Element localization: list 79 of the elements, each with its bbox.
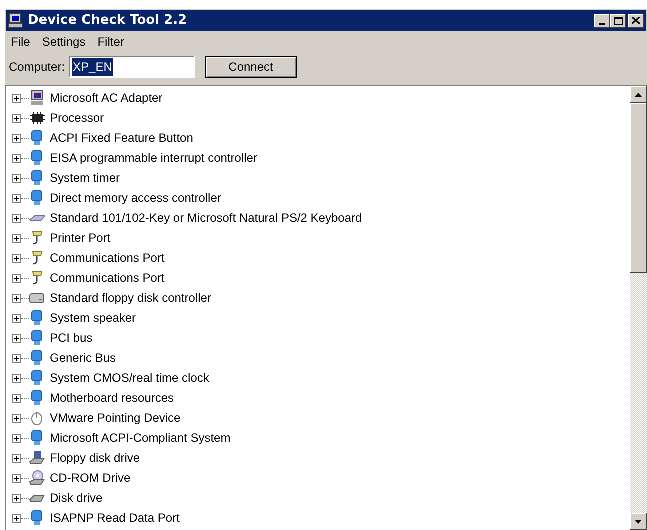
tree-item[interactable]: Standard 101/102-Key or Microsoft Natural PS/2 Keyboard: [50, 209, 362, 227]
tree-item[interactable]: VMware Pointing Device: [50, 409, 181, 427]
tree-item[interactable]: Printer Port: [50, 229, 111, 247]
adapter-icon: [29, 90, 45, 106]
tree-item[interactable]: Microsoft AC Adapter: [50, 89, 163, 107]
tree-item[interactable]: ACPI Fixed Feature Button: [50, 129, 194, 147]
expand-button[interactable]: [12, 274, 21, 282]
floppy-drive-icon: [29, 450, 45, 466]
expand-button[interactable]: [12, 314, 21, 322]
tree-item[interactable]: ISAPNP Read Data Port: [50, 509, 180, 527]
chip-icon: [29, 110, 45, 126]
expand-button[interactable]: [12, 174, 21, 182]
monitor-icon: [29, 430, 45, 446]
tree-item[interactable]: CD-ROM Drive: [50, 469, 131, 487]
menu-item[interactable]: Filter: [98, 33, 124, 51]
monitor-icon: [29, 390, 45, 406]
tree-item[interactable]: Generic Bus: [50, 349, 116, 367]
expand-button[interactable]: [12, 374, 21, 382]
tree-item[interactable]: EISA programmable interrupt controller: [50, 149, 258, 167]
tree-item[interactable]: Motherboard resources: [50, 389, 174, 407]
scrollbar[interactable]: [630, 86, 647, 530]
tree-item[interactable]: System timer: [50, 169, 120, 187]
tree-item[interactable]: System CMOS/real time clock: [50, 369, 210, 387]
expand-button[interactable]: [12, 234, 21, 242]
monitor-icon: [29, 370, 45, 386]
monitor-icon: [29, 310, 45, 326]
window-title: Device Check Tool 2.2: [28, 12, 188, 30]
minimize-button[interactable]: [594, 14, 610, 28]
menu-item[interactable]: Settings: [42, 33, 86, 51]
tree-item[interactable]: Communications Port: [50, 249, 165, 267]
expand-button[interactable]: [12, 294, 21, 302]
tree-item[interactable]: Microsoft ACPI-Compliant System: [50, 429, 231, 447]
expand-button[interactable]: [12, 134, 21, 142]
tree-item[interactable]: Direct memory access controller: [50, 189, 222, 207]
scroll-down-button[interactable]: [630, 513, 647, 530]
expand-button[interactable]: [12, 414, 21, 422]
computer-value: XP_EN: [72, 58, 114, 76]
expand-button[interactable]: [12, 94, 21, 102]
tree-item[interactable]: PCI bus: [50, 329, 93, 347]
computer-icon: [8, 12, 24, 28]
tree-item[interactable]: Communications Port: [50, 269, 165, 287]
close-icon: [632, 17, 640, 24]
mouse-icon: [29, 410, 45, 426]
expand-button[interactable]: [12, 454, 21, 462]
tree-item[interactable]: Processor: [50, 109, 104, 127]
scroll-up-button[interactable]: [630, 86, 647, 103]
scroll-thumb[interactable]: [630, 103, 647, 273]
expand-button[interactable]: [12, 254, 21, 262]
expand-button[interactable]: [12, 354, 21, 362]
down-arrow-icon: [635, 520, 642, 524]
monitor-icon: [29, 170, 45, 186]
expand-button[interactable]: [12, 514, 21, 522]
expand-button[interactable]: [12, 474, 21, 482]
close-button[interactable]: [628, 14, 644, 28]
tree-item[interactable]: Floppy disk drive: [50, 449, 140, 467]
tree-item[interactable]: System speaker: [50, 309, 136, 327]
maximize-button[interactable]: [610, 14, 626, 28]
cd-drive-icon: [29, 470, 45, 486]
menu-item[interactable]: File: [11, 33, 30, 51]
expand-button[interactable]: [12, 394, 21, 402]
expand-button[interactable]: [12, 494, 21, 502]
up-arrow-icon: [635, 92, 642, 96]
tree-item[interactable]: Standard floppy disk controller: [50, 289, 212, 307]
computer-label: Computer:: [9, 59, 66, 76]
monitor-icon: [29, 190, 45, 206]
computer-field[interactable]: XP_EN: [69, 56, 196, 78]
tree-item[interactable]: Disk drive: [50, 489, 103, 507]
expand-button[interactable]: [12, 434, 21, 442]
monitor-icon: [29, 130, 45, 146]
expand-button[interactable]: [12, 194, 21, 202]
expand-button[interactable]: [12, 154, 21, 162]
expand-button[interactable]: [12, 334, 21, 342]
monitor-icon: [29, 350, 45, 366]
expand-button[interactable]: [12, 214, 21, 222]
monitor-icon: [29, 510, 45, 526]
connect-button[interactable]: Connect: [205, 56, 298, 78]
expand-button[interactable]: [12, 114, 21, 122]
monitor-icon: [29, 150, 45, 166]
monitor-icon: [29, 330, 45, 346]
